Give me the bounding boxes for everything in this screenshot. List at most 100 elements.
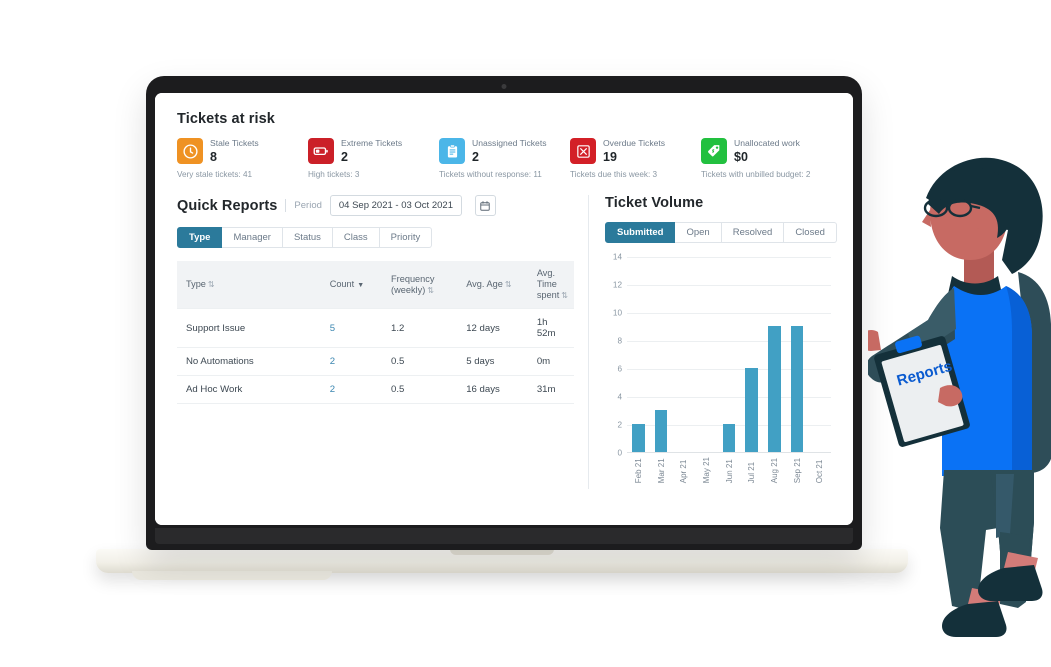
x-tick-label: Sep 21	[792, 457, 802, 484]
tab-priority[interactable]: Priority	[379, 227, 433, 248]
risk-card-sub: Tickets with unbilled budget: 2	[701, 170, 811, 179]
risk-card-unassigned-tickets[interactable]: Unassigned Tickets 2 Tickets without res…	[439, 138, 570, 179]
x-label-slot: Jul 21	[740, 457, 763, 483]
tab-submitted[interactable]: Submitted	[605, 222, 676, 243]
sort-icon[interactable]: ⇅	[427, 286, 434, 295]
table-row[interactable]: No Automations 2 0.5 5 days 0m	[177, 347, 574, 376]
column-header-avg-age[interactable]: Avg. Age ⇅	[460, 261, 531, 309]
y-tick-label: 14	[612, 252, 622, 262]
low-battery-icon	[308, 138, 334, 164]
risk-card-value: 8	[210, 150, 217, 164]
stale-clock-icon	[177, 138, 203, 164]
price-tag-dollar-icon	[701, 138, 727, 164]
column-header-type[interactable]: Type ⇅	[177, 261, 324, 309]
webcam-icon	[501, 84, 507, 89]
x-tick-label: Mar 21	[656, 458, 666, 484]
cell-type: No Automations	[177, 347, 324, 376]
risk-card-sub: Very stale tickets: 41	[177, 170, 253, 179]
screenshot-canvas: Tickets at risk Stale Tickets 8 Very sta…	[0, 0, 1051, 667]
bar-slot	[808, 257, 831, 452]
risk-card-stale-tickets[interactable]: Stale Tickets 8 Very stale tickets: 41	[177, 138, 308, 179]
risk-card-sub: Tickets without response: 11	[439, 170, 542, 179]
chart-bar[interactable]	[790, 326, 804, 452]
chart-bar[interactable]	[722, 424, 736, 452]
chart-bar[interactable]	[768, 326, 781, 452]
x-label-slot: Feb 21	[627, 457, 650, 483]
quick-reports-panel: Quick Reports Period 04 Sep 2021 - 03 Oc…	[177, 195, 589, 489]
table-row[interactable]: Ad Hoc Work 2 0.5 16 days 31m	[177, 375, 574, 404]
column-header-avg-time-spent[interactable]: Avg. Time spent ⇅	[530, 261, 574, 309]
dashboard-app: Tickets at risk Stale Tickets 8 Very sta…	[155, 93, 853, 525]
overdue-x-icon	[570, 138, 596, 164]
y-tick-label: 4	[617, 392, 622, 402]
cell-avg-age: 5 days	[460, 347, 531, 376]
quick-reports-tabs: Type Manager Status Class Priority	[177, 227, 574, 248]
sort-icon[interactable]: ⇅	[505, 280, 512, 289]
risk-card-label: Stale Tickets	[210, 138, 259, 148]
period-input[interactable]: 04 Sep 2021 - 03 Oct 2021	[329, 195, 462, 216]
table-header-row: Type ⇅ Count ▼ Frequency (weekly) ⇅ Avg.…	[177, 261, 574, 309]
person-illustration: Reports	[859, 152, 1051, 652]
chart-bar[interactable]	[654, 410, 668, 452]
x-tick-label: Oct 21	[815, 459, 825, 484]
chart-bar[interactable]	[745, 368, 759, 452]
sort-desc-icon[interactable]: ▼	[357, 282, 364, 289]
laptop-screen: Tickets at risk Stale Tickets 8 Very sta…	[155, 93, 853, 525]
x-tick-label: May 21	[701, 457, 711, 484]
tickets-at-risk-section: Tickets at risk Stale Tickets 8 Very sta…	[177, 111, 833, 179]
cell-avg-age: 16 days	[460, 375, 531, 404]
risk-card-value: 2	[472, 150, 479, 164]
calendar-icon[interactable]	[474, 195, 496, 216]
tab-class[interactable]: Class	[332, 227, 380, 248]
chart-bar[interactable]	[631, 424, 645, 452]
x-tick-label: Apr 21	[679, 459, 689, 484]
tab-open[interactable]: Open	[675, 222, 722, 243]
x-label-slot: Mar 21	[650, 457, 673, 483]
ticket-volume-tabs: Submitted Open Resolved Closed	[605, 222, 837, 243]
dashboard-panels: Quick Reports Period 04 Sep 2021 - 03 Oc…	[177, 195, 837, 489]
risk-card-unallocated-work[interactable]: Unallocated work $0 Tickets with unbille…	[701, 138, 832, 179]
risk-card-label: Unallocated work	[734, 138, 800, 148]
tab-manager[interactable]: Manager	[222, 227, 283, 248]
tab-type[interactable]: Type	[177, 227, 223, 248]
chart-bars	[627, 257, 831, 452]
tab-status[interactable]: Status	[282, 227, 333, 248]
tab-closed[interactable]: Closed	[784, 222, 837, 243]
y-tick-label: 10	[612, 308, 622, 318]
cell-frequency: 0.5	[385, 347, 461, 376]
x-tick-label: Feb 21	[633, 458, 643, 484]
bar-slot	[627, 257, 650, 452]
quick-reports-table: Type ⇅ Count ▼ Frequency (weekly) ⇅ Avg.…	[177, 261, 574, 404]
bar-slot	[740, 257, 763, 452]
risk-card-extreme-tickets[interactable]: Extreme Tickets 2 High tickets: 3	[308, 138, 439, 179]
risk-card-value: 19	[603, 150, 617, 164]
tab-resolved[interactable]: Resolved	[721, 222, 785, 243]
cell-count[interactable]: 2	[323, 347, 386, 376]
x-label-slot: Sep 21	[786, 457, 809, 483]
laptop-foot	[132, 571, 332, 580]
sort-icon[interactable]: ⇅	[208, 280, 215, 289]
cell-count[interactable]: 2	[323, 375, 386, 404]
table-row[interactable]: Support Issue 5 1.2 12 days 1h 52m	[177, 308, 574, 348]
quick-reports-header: Quick Reports Period 04 Sep 2021 - 03 Oc…	[177, 195, 574, 216]
risk-card-sub: Tickets due this week: 3	[570, 170, 658, 179]
column-header-frequency[interactable]: Frequency (weekly) ⇅	[385, 261, 461, 309]
cell-count[interactable]: 5	[323, 308, 386, 348]
column-label: Avg. Time spent	[536, 268, 560, 300]
ticket-volume-title: Ticket Volume	[605, 195, 704, 211]
risk-card-label: Overdue Tickets	[603, 138, 666, 148]
clipboard-icon	[439, 138, 465, 164]
bar-slot	[718, 257, 741, 452]
sort-icon[interactable]: ⇅	[561, 291, 568, 300]
bar-slot	[650, 257, 673, 452]
x-tick-label: Jul 21	[747, 461, 757, 484]
column-label: Count	[329, 278, 355, 289]
cell-avg-age: 12 days	[460, 308, 531, 348]
x-tick-label: Aug 21	[769, 457, 779, 484]
tickets-at-risk-title: Tickets at risk	[177, 111, 275, 127]
risk-card-overdue-tickets[interactable]: Overdue Tickets 19 Tickets due this week…	[570, 138, 701, 179]
bar-slot	[672, 257, 695, 452]
laptop-lid: Tickets at risk Stale Tickets 8 Very sta…	[146, 76, 862, 550]
column-header-count[interactable]: Count ▼	[323, 261, 386, 309]
header-divider	[285, 199, 287, 212]
